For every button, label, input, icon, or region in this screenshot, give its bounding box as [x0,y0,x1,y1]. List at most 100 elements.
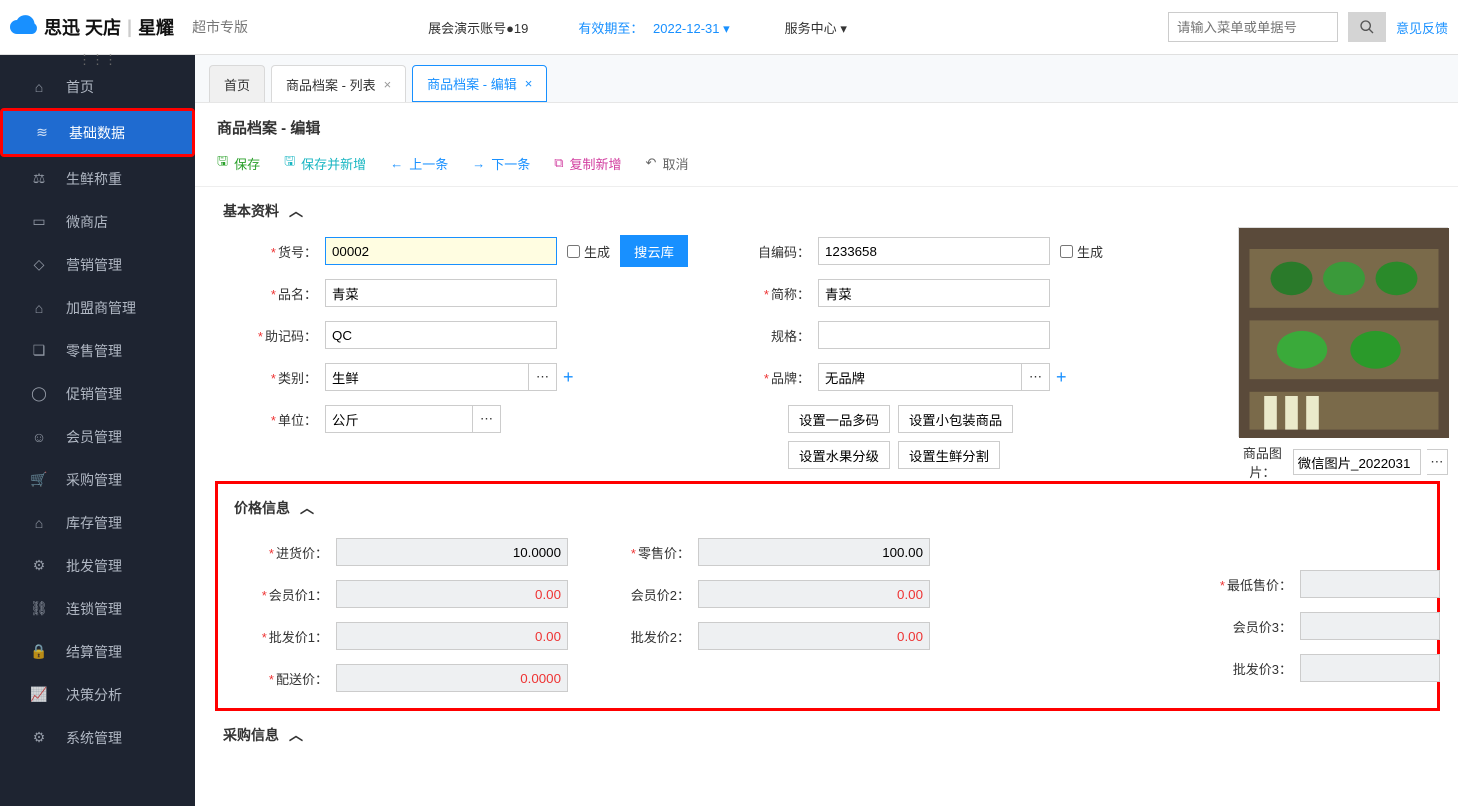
warehouse-icon: ⌂ [28,512,50,534]
tag-icon: ❏ [28,340,50,362]
arrow-right-icon: → [472,156,485,171]
tab-product-edit[interactable]: 商品档案 - 编辑× [412,65,547,102]
megaphone-icon: ◯ [28,383,50,405]
cancel-button[interactable]: ↶取消 [646,152,689,174]
brand-text-1: 思迅 天店 [44,14,121,40]
dist-price-input[interactable] [336,664,568,692]
expire-block[interactable]: 有效期至： 2022-12-31 ▾ [578,18,729,37]
sidebar-item-basic-data[interactable]: ≋基础数据 [3,111,192,154]
sidebar-item-purchase[interactable]: 🛒采购管理 [0,458,195,501]
expire-date[interactable]: 2022-12-31 [653,21,720,36]
cart-icon: 🛒 [28,469,50,491]
service-center-link[interactable]: 服务中心 ▾ [785,18,847,37]
account-label: 展会演示账号●19 [428,18,528,37]
selfcode-input[interactable] [818,237,1050,265]
sidebar-item-chain[interactable]: ⛓连锁管理 [0,587,195,630]
copy-icon: ⧉ [554,155,563,171]
add-category-button[interactable]: + [563,367,574,388]
save-button[interactable]: 🖫保存 [217,152,260,174]
gen-sku-checkbox[interactable] [567,245,580,258]
search-cloud-button[interactable]: 搜云库 [620,235,688,267]
arrow-left-icon: ← [390,156,403,171]
product-image[interactable] [1238,227,1448,437]
cost-price-input[interactable] [336,538,568,566]
whole2-price-input[interactable] [698,622,930,650]
diamond-icon: ◇ [28,254,50,276]
sidebar-item-system[interactable]: ⚙系统管理 [0,716,195,759]
sidebar: ⋮⋮⋮ ⌂首页 ≋基础数据 ⚖生鲜称重 ▭微商店 ◇营销管理 ⌂加盟商管理 ❏零… [0,55,195,806]
sidebar-item-microshop[interactable]: ▭微商店 [0,200,195,243]
sidebar-item-settlement[interactable]: 🔒结算管理 [0,630,195,673]
image-filename-input[interactable] [1293,449,1421,475]
sidebar-item-promotion[interactable]: ◯促销管理 [0,372,195,415]
set-pack-button[interactable]: 设置小包装商品 [898,405,1013,433]
member3-price-input[interactable] [1300,612,1440,640]
short-input[interactable] [818,279,1050,307]
whole3-price-input[interactable] [1300,654,1440,682]
mnemonic-input[interactable] [325,321,557,349]
layers-icon: ≋ [31,122,53,144]
sidebar-item-member[interactable]: ☺会员管理 [0,415,195,458]
tab-product-list[interactable]: 商品档案 - 列表× [271,65,406,102]
top-bar: 思迅 天店 | 星耀 超市专版 展会演示账号●19 有效期至： 2022-12-… [0,0,1458,55]
save-icon: 🖫 [284,152,295,174]
image-picker-button[interactable]: ⋯ [1427,449,1448,475]
spec-input[interactable] [818,321,1050,349]
scale-icon: ⚖ [28,168,50,190]
name-input[interactable] [325,279,557,307]
global-search-button[interactable] [1348,12,1386,42]
next-button[interactable]: →下一条 [472,152,530,174]
sidebar-item-franchise[interactable]: ⌂加盟商管理 [0,286,195,329]
chart-icon: 📈 [28,684,50,706]
minsale-price-input[interactable] [1300,570,1440,598]
prev-button[interactable]: ←上一条 [390,152,448,174]
tab-bar: 首页 商品档案 - 列表× 商品档案 - 编辑× [195,55,1458,102]
home-icon: ⌂ [28,76,50,98]
section-price-header[interactable]: 价格信息 ︿ [226,484,1429,524]
copy-new-button[interactable]: ⧉复制新增 [554,152,621,174]
retail-price-input[interactable] [698,538,930,566]
sku-input[interactable] [325,237,557,265]
store-icon: ▭ [28,211,50,233]
tab-home[interactable]: 首页 [209,65,265,102]
undo-icon: ↶ [646,155,657,171]
set-multicode-button[interactable]: 设置一品多码 [788,405,890,433]
sidebar-item-stock[interactable]: ⌂库存管理 [0,501,195,544]
member1-price-input[interactable] [336,580,568,608]
global-search-input[interactable] [1168,12,1338,42]
sidebar-item-analysis[interactable]: 📈决策分析 [0,673,195,716]
truck-icon: ⚙ [28,555,50,577]
close-icon[interactable]: × [384,77,392,92]
brand-picker-button[interactable]: ⋯ [1022,363,1050,391]
chevron-up-icon: ︿ [300,498,314,518]
whole1-price-input[interactable] [336,622,568,650]
sidebar-item-marketing[interactable]: ◇营销管理 [0,243,195,286]
main-area: 首页 商品档案 - 列表× 商品档案 - 编辑× 商品档案 - 编辑 🖫保存 🖫… [195,55,1458,806]
sidebar-collapse-handle[interactable]: ⋮⋮⋮ [0,55,195,65]
page-title: 商品档案 - 编辑 [195,103,1458,146]
sidebar-item-home[interactable]: ⌂首页 [0,65,195,108]
set-fresh-cut-button[interactable]: 设置生鲜分割 [898,441,1000,469]
section-basic-header[interactable]: 基本资料 ︿ [195,187,1458,227]
sidebar-item-fresh-scale[interactable]: ⚖生鲜称重 [0,157,195,200]
vegetable-image-placeholder [1239,228,1449,438]
category-input[interactable] [325,363,529,391]
edition-label: 超市专版 [192,17,248,37]
close-icon[interactable]: × [525,76,533,91]
gen-selfcode-checkbox[interactable] [1060,245,1073,258]
unit-input[interactable] [325,405,473,433]
add-brand-button[interactable]: + [1056,367,1067,388]
member2-price-input[interactable] [698,580,930,608]
search-icon [1359,19,1375,35]
sidebar-item-retail[interactable]: ❏零售管理 [0,329,195,372]
category-picker-button[interactable]: ⋯ [529,363,557,391]
section-purchase-header[interactable]: 采购信息 ︿ [195,711,1458,751]
feedback-link[interactable]: 意见反馈 [1396,18,1448,37]
brand-input[interactable] [818,363,1022,391]
sidebar-item-wholesale[interactable]: ⚙批发管理 [0,544,195,587]
action-toolbar: 🖫保存 🖫保存并新增 ←上一条 →下一条 ⧉复制新增 ↶取消 [195,146,1458,187]
save-new-button[interactable]: 🖫保存并新增 [284,152,366,174]
unit-picker-button[interactable]: ⋯ [473,405,501,433]
set-fruit-level-button[interactable]: 设置水果分级 [788,441,890,469]
shop-icon: ⌂ [28,297,50,319]
